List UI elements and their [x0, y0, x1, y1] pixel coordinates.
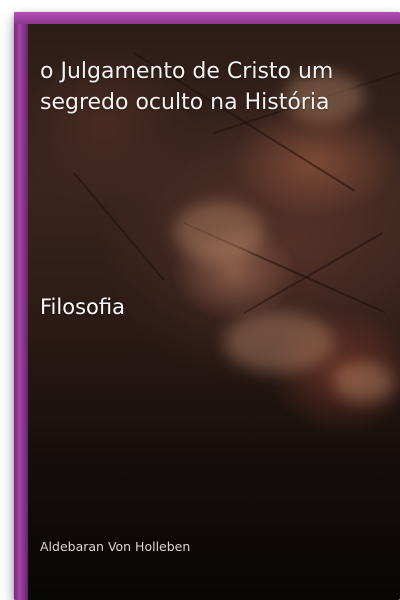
book-title: o Julgamento de Cristo um segredo oculto…	[40, 59, 334, 115]
cover-top-accent-band	[14, 12, 400, 24]
book-category: Filosofia	[40, 295, 125, 319]
cover-spine-accent-band	[14, 12, 28, 600]
book-cover: o Julgamento de Cristo um segredo oculto…	[14, 12, 400, 600]
book-author: Aldebaran Von Holleben	[40, 539, 191, 554]
